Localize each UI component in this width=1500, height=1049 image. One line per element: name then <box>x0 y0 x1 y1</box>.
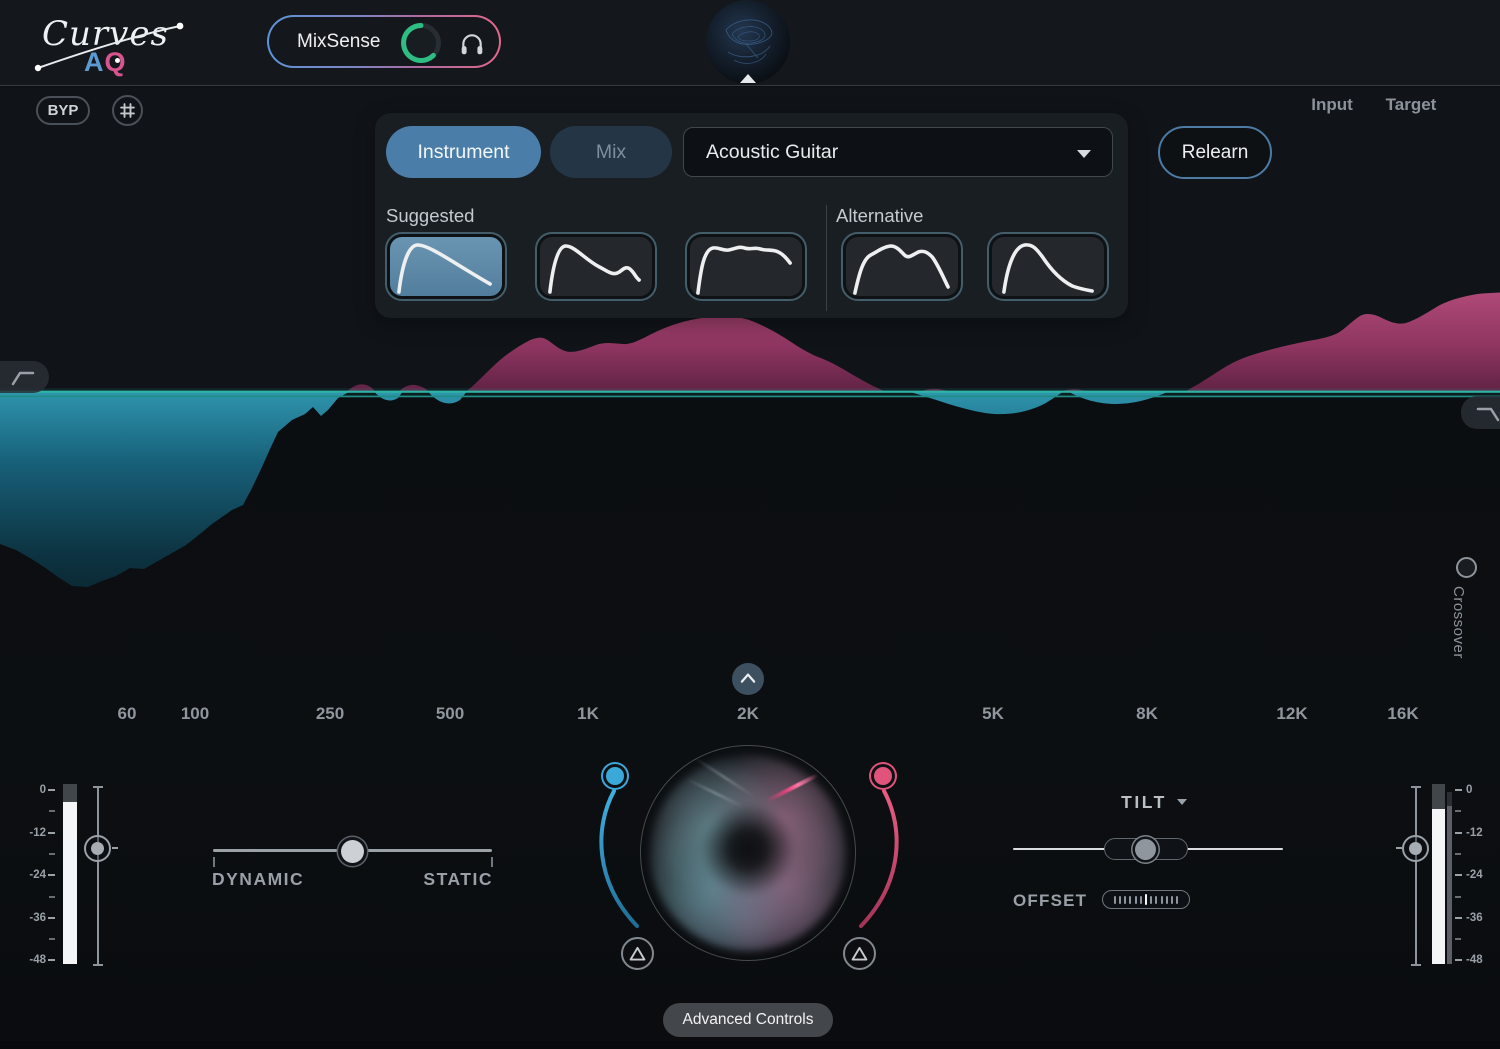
input-gain-slider[interactable] <box>97 787 99 965</box>
meter-scale-right-48: -48 <box>1466 953 1500 967</box>
meter-scale-right-24: -24 <box>1466 868 1500 882</box>
curve-graph-4 <box>846 237 958 296</box>
target-meter-label[interactable]: Target <box>1378 95 1444 115</box>
curve-graph-1 <box>390 237 502 296</box>
suggested-label: Suggested <box>386 205 474 227</box>
tab-mix[interactable]: Mix <box>550 126 672 178</box>
tilt-mode-dropdown[interactable]: TILT <box>1104 791 1204 813</box>
app-logo: Curves AQ <box>28 6 198 82</box>
curve-thumbnail-3[interactable] <box>685 232 807 301</box>
collapse-panel-button[interactable] <box>732 663 764 695</box>
meter-scale-left-48: -48 <box>12 953 46 967</box>
sphere-contours <box>706 0 790 84</box>
curve-thumbnail-5[interactable] <box>987 232 1109 301</box>
crossover-line[interactable] <box>0 391 1500 393</box>
tilt-label: TILT <box>1121 792 1167 813</box>
curve-graph-2 <box>540 237 652 296</box>
morph-pad[interactable] <box>650 755 846 951</box>
output-gain-handle[interactable] <box>1402 835 1429 862</box>
dynamic-label: DYNAMIC <box>212 869 304 890</box>
freq-label-250: 250 <box>300 704 360 724</box>
crossover-toggle[interactable] <box>1456 557 1477 578</box>
meter-scale-left-36: -36 <box>12 911 46 925</box>
freq-label-16k: 16K <box>1373 704 1433 724</box>
curve-thumbnail-2[interactable] <box>535 232 657 301</box>
spectrum-area-low <box>0 393 348 588</box>
meter-scale-left-0: 0 <box>12 783 46 797</box>
bottom-edge <box>0 1041 1500 1049</box>
dynamic-static-handle[interactable] <box>341 840 364 863</box>
freq-label-1k: 1K <box>558 704 618 724</box>
curve-thumbnail-1[interactable] <box>385 232 507 301</box>
freq-label-2k: 2K <box>718 704 778 724</box>
bypass-button[interactable]: BYP <box>36 96 90 125</box>
output-gain-slider[interactable] <box>1415 787 1417 965</box>
tilt-caret-icon <box>1177 799 1187 805</box>
freq-label-100: 100 <box>165 704 225 724</box>
crossover-label: Crossover <box>1450 586 1467 682</box>
input-meter-label[interactable]: Input <box>1302 95 1362 115</box>
triangle-icon <box>847 941 872 966</box>
preset-dropdown[interactable]: Acoustic Guitar <box>683 127 1113 177</box>
freq-label-60: 60 <box>97 704 157 724</box>
highpass-icon <box>8 365 38 389</box>
preset-panel: Instrument Mix Acoustic Guitar Suggested… <box>375 113 1128 318</box>
highpass-filter-tab[interactable] <box>0 361 49 393</box>
freq-label-5k: 5K <box>963 704 1023 724</box>
input-level-meter <box>63 784 77 964</box>
freq-label-12k: 12K <box>1262 704 1322 724</box>
chevron-up-icon <box>734 665 762 693</box>
curve-thumbnail-4[interactable] <box>841 232 963 301</box>
tilt-slider-handle[interactable] <box>1135 839 1156 860</box>
meter-scale-right-36: -36 <box>1466 911 1500 925</box>
alternative-label: Alternative <box>836 205 923 227</box>
relearn-button[interactable]: Relearn <box>1158 126 1272 179</box>
headphones-icon[interactable] <box>459 31 485 57</box>
freq-label-500: 500 <box>420 704 480 724</box>
lowpass-icon <box>1473 401 1500 425</box>
meter-scale-right-12: -12 <box>1466 826 1500 840</box>
dropdown-caret-icon <box>1077 150 1091 158</box>
sphere-visualizer[interactable] <box>706 0 790 84</box>
meter-scale-right-0: 0 <box>1466 783 1500 797</box>
advanced-controls-button[interactable]: Advanced Controls <box>663 1003 833 1037</box>
offset-scrubber[interactable] <box>1102 890 1190 909</box>
curves-aq-window: Curves AQ MixSense <box>0 0 1500 1049</box>
mixsense-module[interactable]: MixSense <box>267 15 501 68</box>
logo-a: A <box>84 47 105 77</box>
low-band-handle[interactable] <box>606 767 624 785</box>
header-expand-arrow-icon[interactable] <box>740 74 756 83</box>
mixsense-label: MixSense <box>297 31 380 53</box>
grid-button[interactable] <box>112 95 143 126</box>
low-band-delta-button[interactable] <box>621 937 654 970</box>
preset-dropdown-value: Acoustic Guitar <box>706 141 838 164</box>
high-band-delta-button[interactable] <box>843 937 876 970</box>
triangle-icon <box>625 941 650 966</box>
lowpass-filter-tab[interactable] <box>1461 396 1500 429</box>
static-label: STATIC <box>370 869 493 890</box>
mixsense-knob[interactable] <box>397 19 445 67</box>
meter-scale-left-12: -12 <box>12 826 46 840</box>
high-band-handle[interactable] <box>874 767 892 785</box>
offset-label: OFFSET <box>1013 891 1087 911</box>
freq-label-8k: 8K <box>1117 704 1177 724</box>
meter-scale-left-24: -24 <box>12 868 46 882</box>
output-level-meter <box>1432 784 1445 964</box>
group-divider <box>826 205 827 311</box>
curve-graph-5 <box>992 237 1104 296</box>
curve-graph-3 <box>690 237 802 296</box>
tab-instrument[interactable]: Instrument <box>386 126 541 178</box>
grid-icon <box>116 99 139 122</box>
output-level-meter-secondary <box>1447 792 1452 964</box>
input-gain-handle[interactable] <box>84 835 111 862</box>
logo-q: Q <box>105 47 127 77</box>
